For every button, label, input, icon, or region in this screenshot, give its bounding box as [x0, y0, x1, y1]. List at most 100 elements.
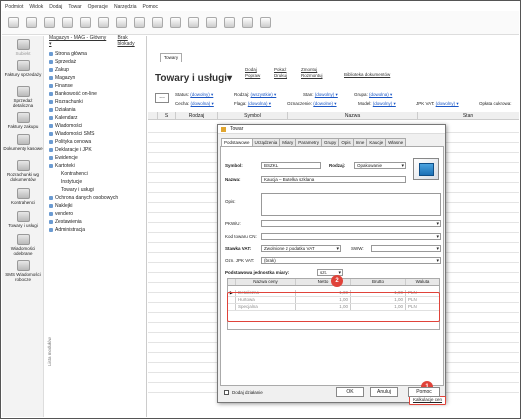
tab-podstawowe[interactable]: Podstawowe	[221, 138, 253, 146]
module-dokumenty-kasowe[interactable]: Dokumenty kasowe	[3, 134, 43, 151]
tree-item-strona-glowna[interactable]: Strona główna	[49, 51, 87, 57]
module-sms[interactable]: SMS Wiadomości robocze	[3, 260, 43, 282]
link-biblioteka[interactable]: Biblioteka dokumentów	[344, 72, 390, 78]
tree-item-ewidencje[interactable]: Ewidencje	[49, 155, 78, 161]
toolbar-icon-14[interactable]	[242, 17, 253, 28]
module-kontrahenci[interactable]: Kontrahenci	[3, 188, 43, 205]
tree-item-dzialania[interactable]: Działania	[49, 107, 76, 113]
module-faktury-zakupu[interactable]: Faktury zakupu	[3, 112, 43, 129]
tab-urzadzenia[interactable]: Urządzenia	[251, 138, 281, 146]
tree-item-zestawienia[interactable]: Zestawienia	[49, 219, 82, 225]
lock-status[interactable]: Brak blokady	[117, 35, 146, 47]
menu-pomoc[interactable]: Pomoc	[142, 4, 158, 10]
more-options-button[interactable]: ...	[155, 93, 169, 103]
toolbar-icon-1[interactable]	[8, 17, 19, 28]
vat-select[interactable]: Zwolnione z podatku VAT	[261, 245, 341, 252]
filter-oplata-cukrowa[interactable]: Opłata cukrowa:	[479, 101, 512, 106]
tree-item-kontrahenci[interactable]: Kontrahenci	[61, 171, 88, 177]
ok-button[interactable]: OK	[336, 387, 364, 397]
module-sprzedaz-detaliczna[interactable]: Sprzedaż detaliczna	[3, 86, 43, 108]
tab-towary[interactable]: Towary	[160, 53, 182, 62]
pkwiu-select[interactable]	[261, 220, 441, 227]
tree-item-magazyn[interactable]: Magazyn	[49, 75, 75, 81]
toolbar-icon-15[interactable]	[260, 17, 271, 28]
toolbar-icon-9[interactable]	[152, 17, 163, 28]
tree-item-naklejki[interactable]: Naklejki	[49, 203, 73, 209]
page-title[interactable]: Towary i usługi▾	[155, 73, 232, 84]
tree-item-vendero[interactable]: vendero	[49, 211, 73, 217]
toolbar-icon-13[interactable]	[224, 17, 235, 28]
tab-kaucje[interactable]: Kaucje	[366, 138, 387, 146]
cn-select[interactable]	[261, 233, 441, 240]
module-faktury-sprzedazy[interactable]: Faktury sprzedaży	[3, 60, 43, 77]
link-rozmontuj[interactable]: Rozmontuj	[301, 73, 323, 79]
help-button[interactable]: Pomoc	[408, 387, 440, 397]
symbol-field[interactable]: BSZKL	[261, 162, 321, 169]
toolbar-icon-7[interactable]	[116, 17, 127, 28]
tree-item-deklaracje[interactable]: Deklaracje i JPK	[49, 147, 92, 153]
filter-rodzaj[interactable]: Rodzaj: (wszystkie) ▾	[234, 92, 276, 98]
module-towary[interactable]: Towary i usługi	[3, 211, 43, 228]
add-action-checkbox[interactable]	[224, 390, 229, 395]
filter-oznaczenie[interactable]: Oznaczenie: (dowolne) ▾	[287, 101, 337, 107]
tree-item-polityka-cenowa[interactable]: Polityka cenowa	[49, 139, 91, 145]
filter-grupa[interactable]: Grupa: (dowolna) ▾	[354, 92, 392, 98]
tree-item-rozrachunki[interactable]: Rozrachunki	[49, 99, 83, 105]
toolbar-icon-6[interactable]	[98, 17, 109, 28]
tree-item-sprzedaz[interactable]: Sprzedaż	[49, 59, 76, 65]
link-popraw[interactable]: Popraw	[245, 73, 260, 79]
tab-parametry[interactable]: Parametry	[295, 138, 323, 146]
module-rozrachunki[interactable]: Rozrachunki wg dokumentów	[3, 160, 43, 182]
tree-item-kartoteki[interactable]: Kartoteki	[49, 163, 75, 169]
menu-podmiot[interactable]: Podmiot	[5, 4, 23, 10]
warehouse-selector[interactable]: Magazyn - MAG - Główny ▾	[49, 35, 109, 47]
tree-item-bankowosc[interactable]: Bankowość on-line	[49, 91, 97, 97]
filter-stan[interactable]: Stan: (dowolny) ▾	[303, 92, 338, 98]
tree-item-kalendarz[interactable]: Kalendarz	[49, 115, 78, 121]
sww-select[interactable]	[371, 245, 441, 252]
tree-item-administracja[interactable]: Administracja	[49, 227, 85, 233]
col-symbol[interactable]: Symbol	[218, 112, 288, 119]
cancel-button[interactable]: Anuluj	[370, 387, 398, 397]
link-drukuj[interactable]: Drukuj	[274, 73, 287, 79]
product-image[interactable]	[413, 158, 439, 180]
module-wiadomosci[interactable]: Wiadomości odebrane	[3, 234, 43, 256]
nazwa-field[interactable]: Kaucja – Butelka szklana	[261, 176, 406, 183]
filter-status[interactable]: Status: (dowolny) ▾	[175, 92, 213, 98]
menu-towar[interactable]: Towar	[68, 4, 81, 10]
tree-item-instytucje[interactable]: Instytucje	[61, 179, 82, 185]
tree-item-rodo[interactable]: Ochrona danych osobowych	[49, 195, 118, 201]
menu-widok[interactable]: Widok	[29, 4, 43, 10]
tree-item-wiadomosci-sms[interactable]: Wiadomości SMS	[49, 131, 94, 137]
toolbar-icon-8[interactable]	[134, 17, 145, 28]
tab-grupy[interactable]: Grupy	[321, 138, 340, 146]
menu-operacje[interactable]: Operacje	[88, 4, 108, 10]
link-pokaz[interactable]: Pokaż	[274, 67, 287, 73]
col-stan[interactable]: Stan	[418, 112, 518, 119]
tab-miary[interactable]: Miary	[279, 138, 297, 146]
tree-item-wiadomosci[interactable]: Wiadomości	[49, 123, 82, 129]
tree-item-zakup[interactable]: Zakup	[49, 67, 69, 73]
toolbar-icon-4[interactable]	[62, 17, 73, 28]
filter-jpk-vat[interactable]: JPK VAT: (dowolny) ▾	[416, 101, 459, 107]
tab-opis[interactable]: Opis	[338, 138, 354, 146]
opis-field[interactable]	[261, 193, 441, 216]
filter-model[interactable]: Model: (dowolny) ▾	[358, 101, 396, 107]
toolbar-icon-3[interactable]	[44, 17, 55, 28]
col-s[interactable]: S	[158, 112, 176, 119]
toolbar-icon-5[interactable]	[80, 17, 91, 28]
tree-item-towary[interactable]: Towary i usługi	[61, 187, 94, 193]
tab-wlasne[interactable]: Własne	[385, 138, 407, 146]
tree-item-finanse[interactable]: Finanse	[49, 83, 73, 89]
tab-inne[interactable]: Inne	[352, 138, 368, 146]
col-rodzaj[interactable]: Rodzaj	[176, 112, 218, 119]
rodzaj-select[interactable]: Opakowanie	[354, 162, 406, 169]
filter-flaga[interactable]: Flaga: (dowolna) ▾	[234, 101, 271, 107]
toolbar-icon-11[interactable]	[188, 17, 199, 28]
toolbar-icon-2[interactable]	[26, 17, 37, 28]
col-nazwa[interactable]: Nazwa	[288, 112, 418, 119]
menu-dodaj[interactable]: Dodaj	[49, 4, 62, 10]
toolbar-icon-10[interactable]	[170, 17, 181, 28]
menu-narzedzia[interactable]: Narzędzia	[114, 4, 137, 10]
jpk-select[interactable]: (brak)	[261, 257, 441, 264]
